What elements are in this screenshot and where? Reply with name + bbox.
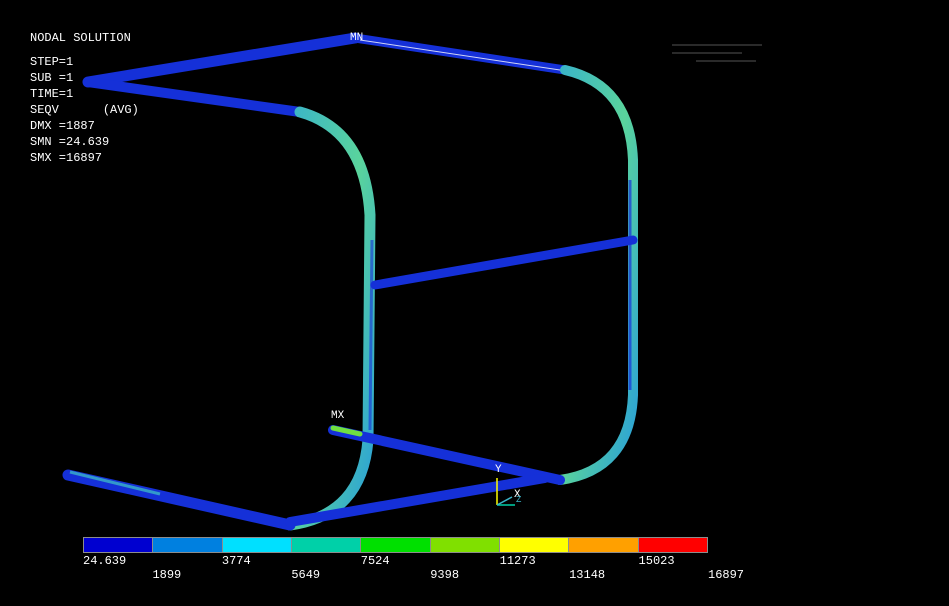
avg-label: (AVG) — [102, 103, 139, 117]
info-panel: NODAL SOLUTION STEP=1 SUB =1 TIME=1 SEQV… — [30, 30, 139, 166]
tube-bottom-left — [62, 469, 296, 531]
solution-title: NODAL SOLUTION — [30, 31, 131, 45]
smn-readout: SMN =24.639 — [30, 135, 110, 149]
legend-swatch-6 — [499, 538, 570, 552]
legend-swatch-8 — [638, 538, 707, 552]
model-canvas[interactable] — [0, 0, 949, 602]
smx-readout: SMX =16897 — [30, 151, 103, 165]
legend-upper-label-3: 11273 — [499, 554, 536, 568]
triad-z-label: Z — [516, 495, 522, 505]
legend-lower-label-2: 9398 — [430, 568, 460, 582]
tube-middle-crossbar — [370, 235, 638, 290]
seqv-label: SEQV — [30, 103, 59, 117]
legend-swatch-5 — [430, 538, 500, 552]
time-readout: TIME=1 — [30, 87, 74, 101]
seqv-row: SEQV (AVG) — [30, 102, 139, 118]
legend-swatch-7 — [569, 538, 639, 552]
step-readout: STEP=1 — [30, 55, 74, 69]
min-marker-label: MN — [350, 32, 364, 44]
legend-swatch-2 — [222, 538, 292, 552]
legend-upper-label-1: 3774 — [221, 554, 251, 568]
legend-lower-label-3: 13148 — [569, 568, 606, 582]
faint-annotation — [672, 44, 768, 78]
legend-swatch-4 — [361, 538, 431, 552]
legend-swatch-3 — [291, 538, 362, 552]
graphics-viewport[interactable] — [0, 0, 949, 602]
triad-y-label: Y — [495, 464, 502, 476]
legend-upper-label-2: 7524 — [360, 554, 390, 568]
contour-legend-bar — [83, 537, 708, 553]
legend-upper-label-0: 24.639 — [83, 554, 127, 568]
legend-lower-label-1: 5649 — [291, 568, 321, 582]
legend-lower-label-4: 16897 — [708, 568, 745, 582]
legend-swatch-0 — [84, 538, 154, 552]
dmx-readout: DMX =1887 — [30, 119, 95, 133]
sub-readout: SUB =1 — [30, 71, 74, 85]
legend-swatch-1 — [153, 538, 223, 552]
legend-upper-label-4: 15023 — [638, 554, 675, 568]
tube-top-right — [350, 33, 570, 75]
tube-right-frame — [555, 65, 638, 485]
tube-left-frame — [284, 106, 376, 531]
legend-lower-label-0: 1899 — [152, 568, 182, 582]
max-marker-label: MX — [331, 410, 345, 422]
